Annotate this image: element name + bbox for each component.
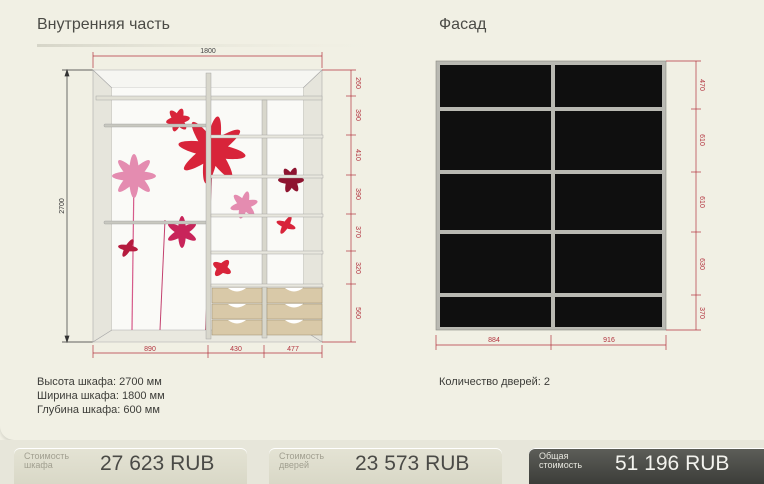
hanging-rail-upper xyxy=(103,123,209,128)
shelf-dim-1: 260 xyxy=(354,77,361,89)
bottom-dim-2: 430 xyxy=(230,346,242,353)
shelf-dim-6: 320 xyxy=(354,262,361,274)
doors-price-box: Стоимость дверей 23 573 RUB xyxy=(269,448,502,484)
bottom-dim-3: 477 xyxy=(287,346,299,353)
drawers xyxy=(211,287,323,336)
cabinet-price-box: Стоимость шкафа 27 623 RUB xyxy=(14,448,247,484)
cabinet-height: Высота шкафа: 2700 мм xyxy=(37,376,162,388)
cabinet-width: Ширина шкафа: 1800 мм xyxy=(37,390,165,402)
shelf-dim-4: 390 xyxy=(354,188,361,200)
facade-row-dim-3: 610 xyxy=(698,196,705,208)
facade-row-dim-2: 610 xyxy=(698,134,705,146)
total-price-value: 51 196 RUB xyxy=(615,452,730,475)
facade-bottom-dim-2: 916 xyxy=(603,337,615,344)
width-label: 1800 xyxy=(200,48,216,55)
hanging-rail-lower xyxy=(103,220,209,225)
bottom-dim-1: 890 xyxy=(144,346,156,353)
interior-info: Высота шкафа: 2700 мм Ширина шкафа: 1800… xyxy=(37,375,165,417)
shelf-dim-7: 560 xyxy=(354,307,361,319)
shelf-dim-3: 410 xyxy=(354,149,361,161)
partition-left xyxy=(205,72,212,340)
doors-price-value: 23 573 RUB xyxy=(355,452,470,475)
shelf-dimension-line xyxy=(322,69,356,343)
facade-row-dim-5: 370 xyxy=(698,307,705,319)
total-price-box: Общая стоимость 51 196 RUB xyxy=(529,448,764,484)
facade-bottom-dim-1: 884 xyxy=(488,337,500,344)
facade-row-dim-1: 470 xyxy=(698,79,705,91)
height-label: 2700 xyxy=(59,198,66,214)
shelf-dim-5: 370 xyxy=(354,226,361,238)
price-footer: Стоимость шкафа 27 623 RUB Стоимость две… xyxy=(0,440,764,484)
interior-drawing: 1800 2700 260 390 410 390 370 320 560 89… xyxy=(37,44,705,358)
interior-underline xyxy=(37,44,402,47)
cabinet-price-label: Стоимость шкафа xyxy=(24,451,70,470)
cabinet-price-value: 27 623 RUB xyxy=(100,452,215,475)
cabinet-depth: Глубина шкафа: 600 мм xyxy=(37,404,160,416)
shelf-dim-2: 390 xyxy=(354,109,361,121)
doors-price-label: Стоимость дверей xyxy=(279,451,325,470)
facade-row-dim-4: 630 xyxy=(698,258,705,270)
configurator-panel: Внутренняя часть Фасад 1800 2700 260 390… xyxy=(0,0,764,440)
door-count: Количество дверей: 2 xyxy=(439,376,550,388)
total-price-label: Общая стоимость xyxy=(539,451,583,470)
height-dimension xyxy=(62,68,93,344)
facade-drawing xyxy=(435,60,667,331)
